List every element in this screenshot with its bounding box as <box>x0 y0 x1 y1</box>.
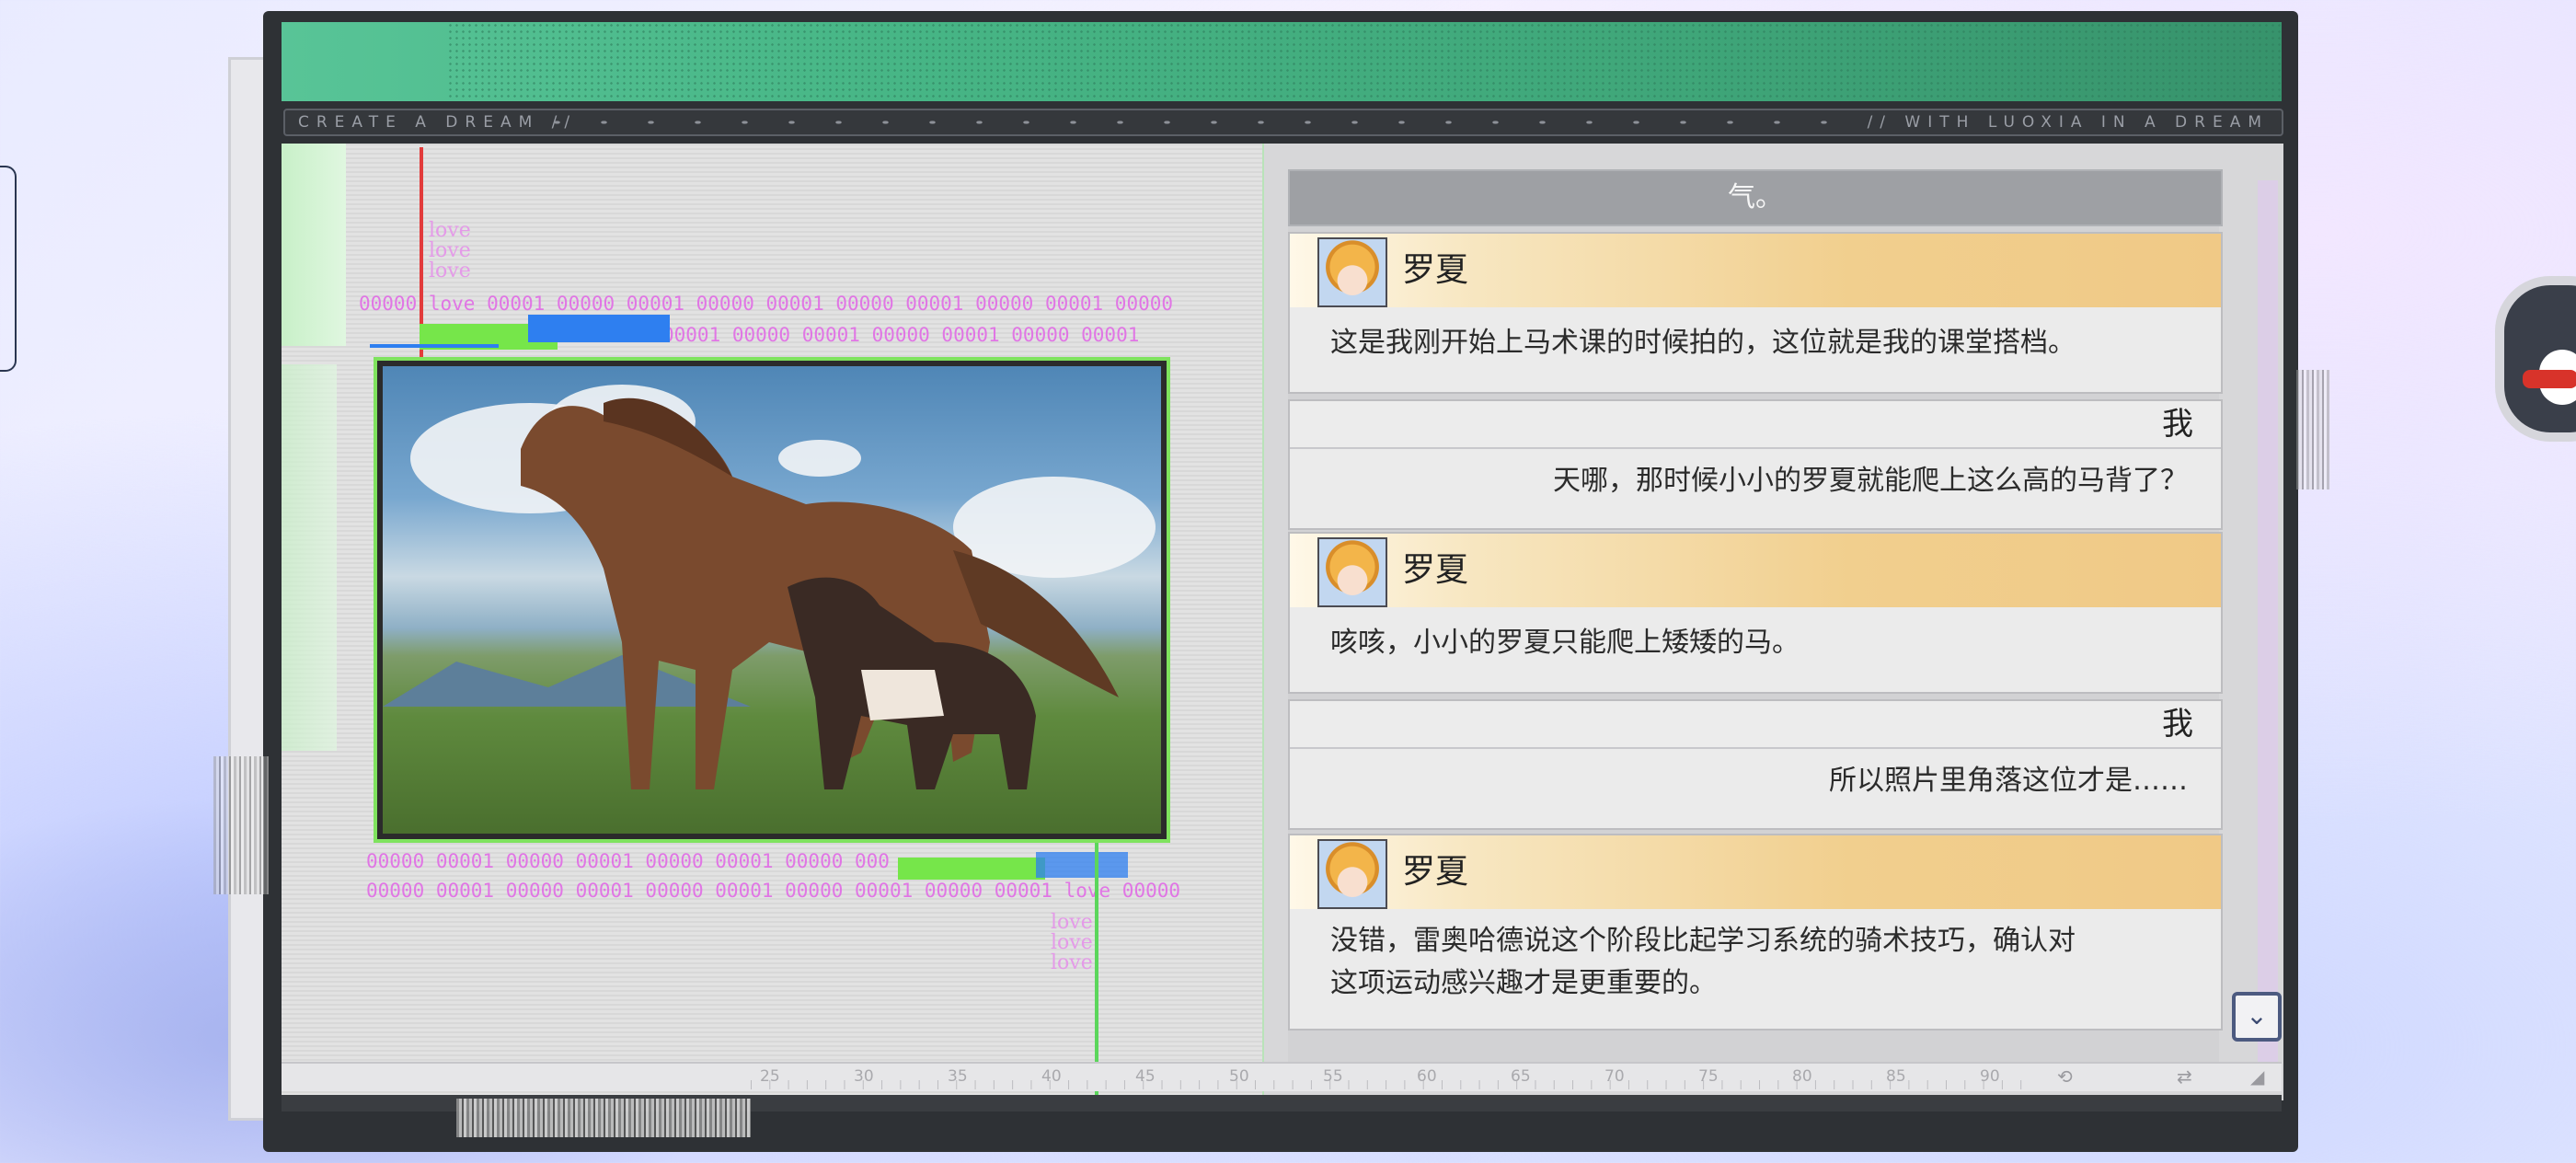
love-text: love <box>1051 931 1093 954</box>
horse-photo <box>383 366 1161 834</box>
love-text: love <box>1051 911 1093 934</box>
ruler-bar: 25 30 35 40 45 50 55 60 65 70 75 80 85 9… <box>282 1062 2282 1091</box>
dialog-text: 天哪，那时候小小的罗夏就能爬上这么高的马背了？ <box>1553 465 2188 497</box>
glitch-noise <box>2296 370 2329 489</box>
scroll-track[interactable] <box>2258 180 2278 1064</box>
ruler-label: 75 <box>1698 1067 1719 1086</box>
pony-patch <box>861 670 944 720</box>
horse-photo-frame[interactable] <box>374 357 1170 843</box>
dialog-entry[interactable]: 罗夏 咳咳，小小的罗夏只能爬上矮矮的马。 <box>1288 532 2223 694</box>
speaker-header: 罗夏 <box>1290 234 2221 307</box>
ruler-label: 25 <box>760 1067 780 1086</box>
dialog-text: 没错，雷奥哈德说这个阶段比起学习系统的骑术技巧，确认对 <box>1330 925 2076 957</box>
speaker-header: 我 <box>1290 701 2221 749</box>
speaker-header: 我 <box>1290 401 2221 449</box>
speaker-name: 罗夏 <box>1402 251 1469 289</box>
dialog-entry[interactable]: 我 天哪，那时候小小的罗夏就能爬上这么高的马背了？ <box>1288 399 2223 530</box>
photo-pane: love love love 00000 love 00001 00000 00… <box>282 144 1262 1100</box>
glitch-bar <box>898 858 1045 880</box>
love-text: love <box>1051 951 1093 974</box>
side-tab[interactable] <box>0 166 17 372</box>
halftone-pattern <box>447 22 2282 101</box>
binary-text: 00000 love 00001 00000 00001 00000 00001… <box>359 293 1174 315</box>
ruler-ticks <box>751 1080 2033 1089</box>
dialog-entry[interactable]: 我 所以照片里角落这位才是…… <box>1288 699 2223 830</box>
ruler-label: 30 <box>854 1067 874 1086</box>
speaker-name: 罗夏 <box>1402 853 1469 891</box>
swap-icon[interactable]: ⇄ <box>2177 1065 2192 1088</box>
love-text: love <box>429 259 471 282</box>
glitch-strip <box>282 364 337 751</box>
speaker-name: 罗夏 <box>1402 551 1469 589</box>
binary-text: 00000 00001 00000 00001 00000 00001 0000… <box>366 850 890 872</box>
glitch-bar <box>1036 852 1128 878</box>
penguin-scarf <box>2523 370 2576 388</box>
binary-text: 00000 00001 00000 00001 00000 00001 0000… <box>366 880 1181 902</box>
horse-illustration <box>521 397 1119 789</box>
ruler-label: 40 <box>1041 1067 1062 1086</box>
ruler-label: 50 <box>1229 1067 1249 1086</box>
luoxia-avatar <box>1317 839 1387 909</box>
resize-handle-icon[interactable]: ◢ <box>2250 1065 2264 1088</box>
glitch-strip <box>282 144 346 346</box>
binary-text: 00001 00000 00001 00000 00001 00000 0000… <box>662 324 1140 346</box>
dialog-log-pane[interactable]: 气。 罗夏 这是我刚开始上马术课的时候拍的，这位就是我的课堂搭档。 我 天哪，那… <box>1262 144 2283 1100</box>
dialog-entry[interactable]: 罗夏 没错，雷奥哈德说这个阶段比起学习系统的骑术技巧，确认对 这项运动感兴趣才是… <box>1288 834 2223 1031</box>
clipped-entry: 气。 <box>1288 169 2223 226</box>
marquee-dots <box>534 110 1858 134</box>
dialog-entry[interactable]: 罗夏 这是我刚开始上马术课的时候拍的，这位就是我的课堂搭档。 <box>1288 232 2223 394</box>
glitch-bar <box>528 315 670 342</box>
ruler-label: 45 <box>1135 1067 1156 1086</box>
ruler-label: 80 <box>1792 1067 1812 1086</box>
glitch-noise <box>213 756 269 894</box>
rotate-icon[interactable]: ⟲ <box>2057 1065 2073 1088</box>
ruler-label: 60 <box>1417 1067 1437 1086</box>
penguin-avatar-icon[interactable] <box>2495 276 2576 442</box>
speaker-name: 我 <box>2162 706 2193 743</box>
love-text: love <box>429 239 471 262</box>
dialog-text: 所以照片里角落这位才是…… <box>1829 765 2188 797</box>
content-area: love love love 00000 love 00001 00000 00… <box>282 144 2283 1100</box>
glitch-noise <box>456 1099 751 1137</box>
speaker-name: 我 <box>2162 406 2193 443</box>
chevron-down-icon[interactable]: ⌄ <box>2232 992 2282 1042</box>
ruler-label: 90 <box>1980 1067 2000 1086</box>
dialog-text: 咳咳，小小的罗夏只能爬上矮矮的马。 <box>1330 627 1800 659</box>
speaker-header: 罗夏 <box>1290 534 2221 607</box>
ruler-label: 55 <box>1323 1067 1343 1086</box>
title-bar <box>282 22 2282 101</box>
dialog-log-list[interactable]: 气。 罗夏 这是我刚开始上马术课的时候拍的，这位就是我的课堂搭档。 我 天哪，那… <box>1288 169 2223 1071</box>
marquee-right: // WITH LUOXIA IN A DREAM <box>1867 113 2269 132</box>
glitch-bar <box>370 344 499 348</box>
dialog-text: 这项运动感兴趣才是更重要的。 <box>1330 967 1717 999</box>
speaker-header: 罗夏 <box>1290 835 2221 909</box>
ruler-label: 70 <box>1604 1067 1625 1086</box>
luoxia-avatar <box>1317 537 1387 607</box>
ruler-label: 35 <box>948 1067 968 1086</box>
marquee-banner: CREATE A DREAM // // WITH LUOXIA IN A DR… <box>283 109 2283 136</box>
luoxia-avatar <box>1317 237 1387 307</box>
ruler-label: 85 <box>1886 1067 1906 1086</box>
love-text: love <box>429 219 471 242</box>
dialog-text: 这是我刚开始上马术课的时候拍的，这位就是我的课堂搭档。 <box>1330 327 2076 359</box>
ruler-label: 65 <box>1511 1067 1531 1086</box>
